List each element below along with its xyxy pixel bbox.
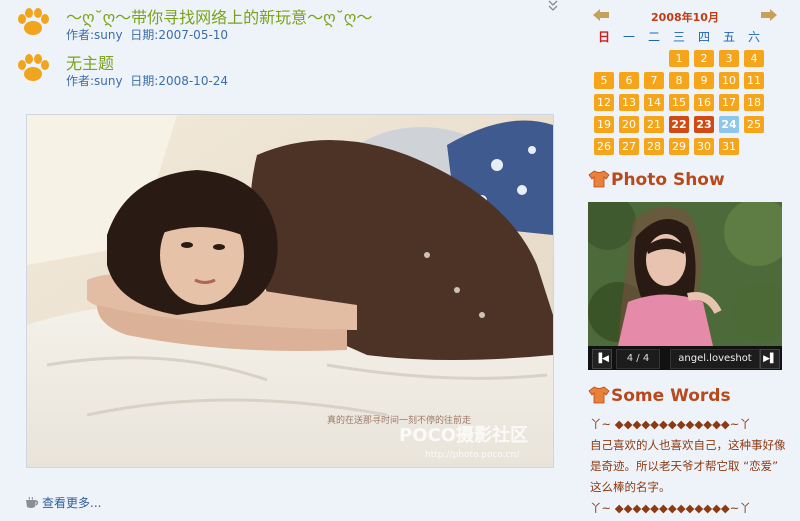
post-date: 2007-05-10 xyxy=(158,28,229,42)
view-more-label: 查看更多... xyxy=(42,496,102,510)
some-words-title: Some Words xyxy=(611,386,731,406)
weekday-label: 日 xyxy=(597,30,610,44)
teacup-icon xyxy=(26,497,39,508)
calendar-day[interactable]: 21 xyxy=(644,116,664,133)
weekday-label: 二 xyxy=(647,30,660,44)
calendar-day-has-post[interactable]: 23 xyxy=(694,116,714,133)
some-words-heading: Some Words xyxy=(588,386,731,406)
photo-watermark: POCO摄影社区 xyxy=(399,424,528,446)
calendar-day[interactable]: 25 xyxy=(744,116,764,133)
some-words-line: 丫~ ◆◆◆◆◆◆◆◆◆◆◆◆◆~丫 xyxy=(590,417,751,431)
calendar-day[interactable]: 20 xyxy=(619,116,639,133)
post-meta: 作者:suny 日期:2007-05-10 xyxy=(66,26,228,43)
date-label: 日期: xyxy=(130,28,159,42)
calendar-day-today[interactable]: 24 xyxy=(719,116,739,133)
photo-show-slideshow[interactable]: ▐◀ 4 / 4 angel.loveshot ▶▌ xyxy=(588,202,782,370)
photo-show-heading: Photo Show xyxy=(588,170,725,190)
calendar-day[interactable]: 8 xyxy=(669,72,689,89)
calendar-day[interactable]: 16 xyxy=(694,94,714,111)
calendar-day[interactable]: 31 xyxy=(719,138,739,155)
calendar-day[interactable]: 17 xyxy=(719,94,739,111)
some-words-line: 自己喜欢的人也喜欢自己，这种事好像是奇迹。所以老天爷才帮它取 “恋爱” 这么棒的… xyxy=(590,438,786,494)
tshirt-icon xyxy=(588,170,610,188)
calendar-day[interactable]: 18 xyxy=(744,94,764,111)
calendar-day[interactable]: 14 xyxy=(644,94,664,111)
next-icon[interactable]: ▶▌ xyxy=(760,349,780,369)
calendar-day[interactable]: 10 xyxy=(719,72,739,89)
calendar-day[interactable]: 19 xyxy=(594,116,614,133)
post-date: 2008-10-24 xyxy=(158,74,229,88)
weekday-label: 三 xyxy=(672,30,685,44)
some-words-line: 丫~ ◆◆◆◆◆◆◆◆◆◆◆◆◆~丫 xyxy=(590,501,751,515)
slide-counter: 4 / 4 xyxy=(616,349,660,369)
photo-woman-lying-on-bed: 真的在送那寻时间一刻不停的往前走 POCO摄影社区 http://photo.p… xyxy=(27,115,553,467)
calendar-day[interactable]: 11 xyxy=(744,72,764,89)
calendar-header: 2008年10月 xyxy=(592,8,778,24)
weekday-label: 五 xyxy=(722,30,735,44)
calendar-day[interactable]: 3 xyxy=(719,50,739,67)
calendar-day[interactable]: 1 xyxy=(669,50,689,67)
slide-caption: angel.loveshot xyxy=(670,349,760,369)
post-title-link[interactable]: 无主题 xyxy=(66,50,114,74)
weekday-label: 一 xyxy=(622,30,635,44)
calendar-day[interactable]: 7 xyxy=(644,72,664,89)
slideshow-photo xyxy=(588,202,782,346)
calendar-day[interactable]: 2 xyxy=(694,50,714,67)
author-name: suny xyxy=(94,74,123,88)
post-title-link[interactable]: ～ღ˘ღ～带你寻找网络上的新玩意～ღ˘ღ～ xyxy=(66,4,372,28)
calendar-day[interactable]: 9 xyxy=(694,72,714,89)
weekday-label: 四 xyxy=(697,30,710,44)
calendar-day[interactable]: 15 xyxy=(669,94,689,111)
calendar-day[interactable]: 27 xyxy=(619,138,639,155)
view-more-link[interactable]: 查看更多... xyxy=(24,494,101,511)
photo-url-text: http://photo.poco.cn/ xyxy=(425,450,520,460)
post-photo[interactable]: 真的在送那寻时间一刻不停的往前走 POCO摄影社区 http://photo.p… xyxy=(26,114,554,468)
sidebar: 2008年10月 日 一 二 三 四 五 六 1 2 3 4 5 6 7 8 9… xyxy=(582,0,800,521)
author-label: 作者: xyxy=(66,28,95,42)
previous-icon[interactable]: ▐◀ xyxy=(592,349,612,369)
weekday-label: 六 xyxy=(747,30,760,44)
slideshow-controls: ▐◀ 4 / 4 angel.loveshot ▶▌ xyxy=(588,346,782,370)
author-label: 作者: xyxy=(66,74,95,88)
calendar-day[interactable]: 29 xyxy=(669,138,689,155)
photo-show-title: Photo Show xyxy=(611,170,725,190)
calendar-day[interactable]: 4 xyxy=(744,50,764,67)
calendar-day-has-post[interactable]: 22 xyxy=(669,116,689,133)
calendar-day[interactable]: 13 xyxy=(619,94,639,111)
tshirt-icon xyxy=(588,386,610,404)
calendar-day[interactable]: 26 xyxy=(594,138,614,155)
calendar-day[interactable]: 12 xyxy=(594,94,614,111)
post-entry-1: ～ღ˘ღ～带你寻找网络上的新玩意～ღ˘ღ～ 作者:suny 日期:2007-05… xyxy=(8,4,568,43)
post-entry-2: 无主题 作者:suny 日期:2008-10-24 xyxy=(8,50,568,89)
calendar-title: 2008年10月 xyxy=(651,11,719,24)
blog-main-column: ～ღ˘ღ～带你寻找网络上的新玩意～ღ˘ღ～ 作者:suny 日期:2007-05… xyxy=(0,0,580,521)
arrow-right-icon[interactable] xyxy=(760,8,778,22)
some-words-text: 丫~ ◆◆◆◆◆◆◆◆◆◆◆◆◆~丫 自己喜欢的人也喜欢自己，这种事好像是奇迹。… xyxy=(590,414,788,519)
paw-icon xyxy=(18,54,49,81)
calendar-day[interactable]: 5 xyxy=(594,72,614,89)
paw-icon xyxy=(18,8,49,35)
calendar-day[interactable]: 28 xyxy=(644,138,664,155)
author-name: suny xyxy=(94,28,123,42)
calendar-day[interactable]: 6 xyxy=(619,72,639,89)
date-label: 日期: xyxy=(130,74,159,88)
post-meta: 作者:suny 日期:2008-10-24 xyxy=(66,72,228,89)
calendar-day[interactable]: 30 xyxy=(694,138,714,155)
